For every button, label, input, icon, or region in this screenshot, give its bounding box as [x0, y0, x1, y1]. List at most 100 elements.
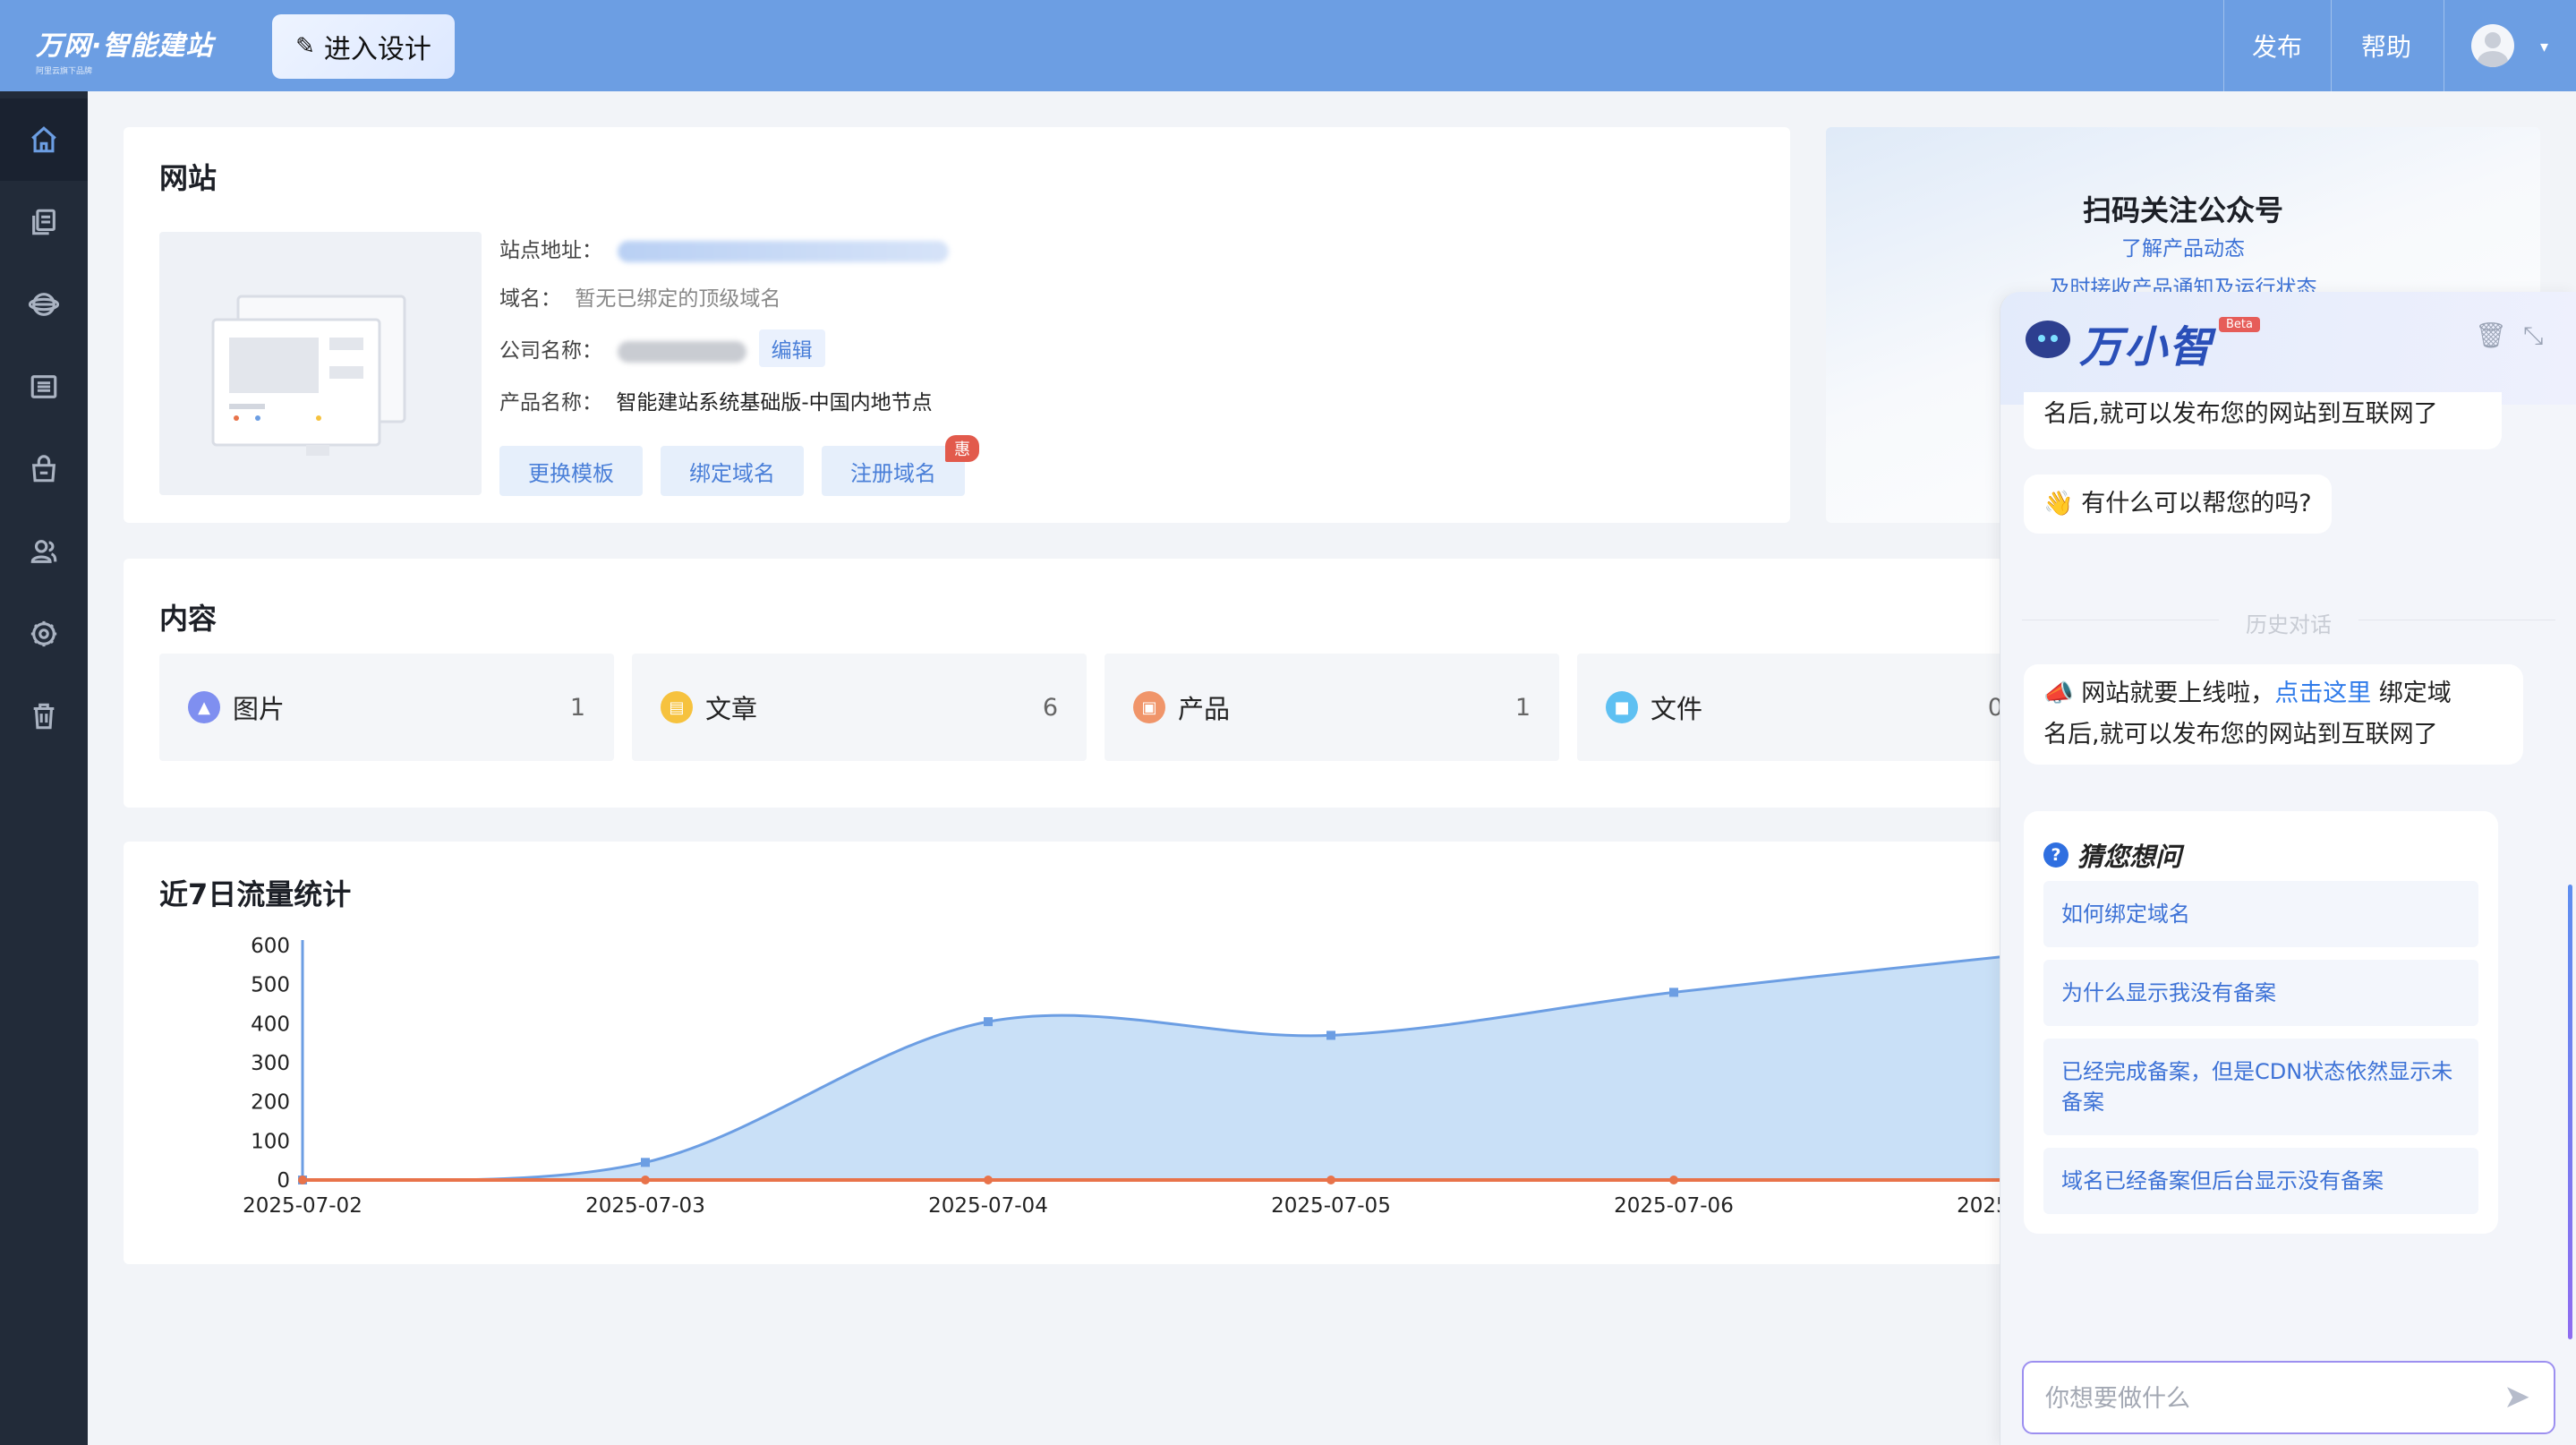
suggested-question[interactable]: 已经完成备案，但是CDN状态依然显示未备案 — [2043, 1039, 2478, 1135]
click-here-link[interactable]: 点击这里 — [2274, 680, 2371, 707]
y-tick-label: 300 — [251, 1052, 290, 1075]
monitor-icon — [211, 295, 406, 456]
sidebar-item-trash[interactable] — [0, 675, 88, 757]
bind-domain-button[interactable]: 绑定域名 — [661, 446, 804, 496]
tile-label: 文件 — [1651, 694, 1703, 724]
domain-value: 暂无已绑定的顶级域名 — [575, 287, 781, 311]
series-point — [1669, 988, 1678, 997]
y-tick-label: 0 — [277, 1169, 290, 1193]
tile-label: 产品 — [1178, 694, 1231, 724]
domain-label: 域名： — [499, 287, 561, 311]
tile-count: 1 — [1514, 693, 1531, 722]
qr-title: 扫码关注公众号 — [2082, 193, 2283, 227]
company-label: 公司名称： — [499, 339, 602, 363]
series-area — [303, 956, 2003, 1181]
site-address-value[interactable] — [618, 240, 950, 262]
x-tick-label: 2025-07-07 — [1957, 1194, 2003, 1218]
sidebar-item-list[interactable] — [0, 346, 88, 428]
assistant-name: 万小智 — [2079, 322, 2214, 372]
discount-badge: 惠 — [945, 435, 979, 462]
image-icon: ▲ — [188, 691, 220, 723]
site-address-label: 站点地址： — [499, 239, 602, 262]
y-tick-label: 600 — [251, 935, 290, 958]
history-divider[interactable]: 历史对话 — [2022, 607, 2555, 638]
sidebar-item-users[interactable] — [0, 510, 88, 593]
sidebar-item-pages[interactable] — [0, 181, 88, 263]
suggested-title: ? 猜您想问 — [2043, 836, 2181, 874]
question-icon: ? — [2043, 842, 2068, 868]
suggested-question[interactable]: 为什么显示我没有备案 — [2043, 960, 2478, 1026]
sidebar-item-globe[interactable] — [0, 263, 88, 346]
company-row: 公司名称： 编辑 — [499, 329, 825, 367]
product-row: 产品名称： 智能建站系统基础版-中国内地节点 — [499, 385, 933, 415]
pen-icon: ✎ — [295, 33, 315, 60]
x-tick-label: 2025-07-06 — [1614, 1194, 1734, 1218]
product-label: 产品名称： — [499, 391, 602, 415]
series-point — [1669, 1176, 1678, 1184]
x-tick-label: 2025-07-04 — [928, 1194, 1048, 1218]
x-tick-label: 2025-07-05 — [1271, 1194, 1391, 1218]
history-label: 历史对话 — [2246, 612, 2332, 637]
content-tile-products[interactable]: ▣ 产品 1 — [1105, 654, 1559, 761]
basket-icon[interactable]: 🗑 — [2475, 321, 2507, 350]
sidebar-item-shop[interactable] — [0, 428, 88, 510]
y-tick-label: 100 — [251, 1130, 290, 1153]
logo[interactable]: 万网·智能建站 阿里云旗下品牌 — [36, 23, 213, 76]
y-tick-label: 500 — [251, 974, 290, 997]
tile-count: 1 — [569, 693, 585, 722]
company-value — [618, 340, 747, 363]
send-icon[interactable]: ➤ — [2503, 1379, 2530, 1415]
template-thumbnail[interactable] — [159, 232, 482, 495]
suggested-question[interactable]: 如何绑定域名 — [2043, 881, 2478, 947]
message-text: 📣 网站就要上线啦， — [2043, 680, 2275, 707]
suggested-question[interactable]: 域名已经备案但后台显示没有备案 — [2043, 1148, 2478, 1214]
series-point — [641, 1158, 650, 1167]
help-button[interactable]: 帮助 — [2361, 0, 2411, 91]
message-text: 绑定域 — [2371, 680, 2452, 707]
x-tick-label: 2025-07-03 — [585, 1194, 705, 1218]
x-tick-label: 2025-07-02 — [243, 1194, 363, 1218]
site-address-row: 站点地址： — [499, 233, 950, 263]
edit-company-button[interactable]: 编辑 — [758, 329, 825, 367]
content-tile-articles[interactable]: ▤ 文章 6 — [632, 654, 1087, 761]
tile-label: 文章 — [705, 694, 758, 724]
enter-design-button[interactable]: ✎ 进入设计 — [272, 14, 455, 79]
series-point — [1326, 1030, 1335, 1040]
list-icon — [30, 375, 57, 398]
traffic-chart: 0 100 200 300 400 500 600 2025-07-02 2025-07-03 2… — [243, 935, 2003, 1218]
chat-message: 👋 有什么可以帮您的吗? — [2024, 475, 2332, 534]
settings-icon — [30, 620, 57, 647]
series-point — [984, 1176, 993, 1184]
chevron-down-icon[interactable]: ▾ — [2540, 38, 2548, 56]
change-template-button[interactable]: 更换模板 — [499, 446, 643, 496]
users-icon — [30, 540, 57, 563]
content-tile-images[interactable]: ▲ 图片 1 — [159, 654, 614, 761]
publish-button[interactable]: 发布 — [2252, 0, 2302, 91]
message-text: 名后,就可以发布您的网站到互联网了 — [2043, 721, 2438, 748]
logo-subtext: 阿里云旗下品牌 — [36, 67, 93, 76]
logo-text: 万网·智能建站 — [36, 30, 214, 62]
file-icon: ■ — [1606, 691, 1638, 723]
header-divider — [2331, 0, 2332, 91]
message-text: 名后,就可以发布您的网站到互联网了 — [2043, 400, 2438, 428]
pages-icon — [32, 209, 55, 235]
sidebar-item-settings[interactable] — [0, 593, 88, 675]
top-header: 万网·智能建站 阿里云旗下品牌 ✎ 进入设计 发布 帮助 ▾ — [0, 0, 2576, 91]
series-point — [984, 1017, 993, 1027]
article-icon: ▤ — [661, 691, 693, 723]
domain-row: 域名： 暂无已绑定的顶级域名 — [499, 281, 780, 312]
chat-input[interactable] — [2045, 1381, 2475, 1416]
enter-design-label: 进入设计 — [323, 34, 431, 65]
tile-count: 6 — [1042, 693, 1058, 722]
avatar[interactable] — [2471, 24, 2514, 67]
chat-scrollbar[interactable] — [2568, 885, 2572, 1339]
content-tile-files[interactable]: ■ 文件 0 — [1577, 654, 2032, 761]
sidebar-item-home[interactable] — [0, 98, 88, 181]
header-divider — [2223, 0, 2224, 91]
register-domain-button[interactable]: 注册域名 — [822, 446, 965, 496]
tile-label: 图片 — [233, 694, 286, 724]
sidebar — [0, 91, 88, 1445]
suggested-questions: ? 猜您想问 如何绑定域名 为什么显示我没有备案 已经完成备案，但是CDN状态依… — [2024, 811, 2498, 1234]
website-title: 网站 — [159, 161, 218, 195]
collapse-icon[interactable]: ⤡ — [2523, 321, 2543, 351]
